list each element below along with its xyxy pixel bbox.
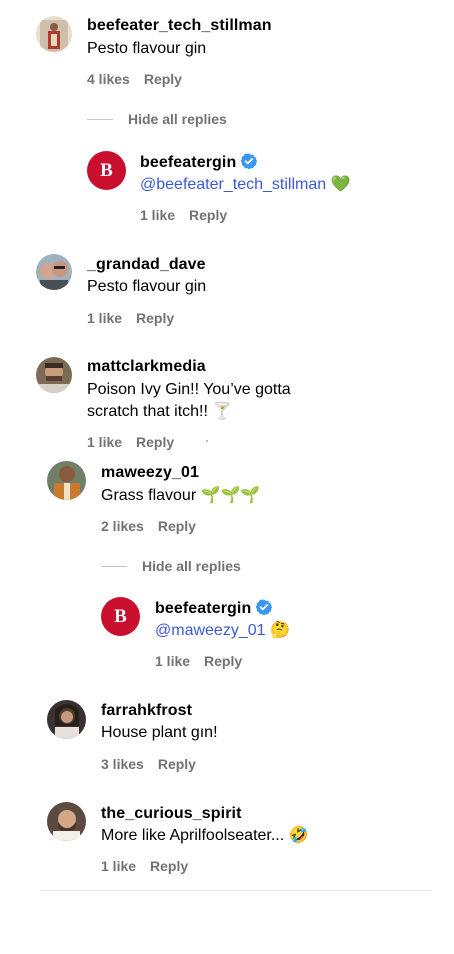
comment-username[interactable]: farrahkfrost [101, 702, 192, 720]
comment-meta: 1 like Reply [87, 434, 188, 450]
reply-button[interactable]: Reply [136, 310, 174, 326]
comment-text: Pesto flavour gin [87, 40, 207, 57]
thread-line [101, 566, 127, 567]
section-divider [40, 890, 432, 891]
mention-link[interactable]: @maweezy_01 [155, 622, 266, 639]
verified-icon [255, 599, 273, 620]
likes-count[interactable]: 4 likes [87, 71, 130, 87]
comment-text: @maweezy_01 🤔 [155, 620, 290, 642]
thread-line [87, 119, 113, 120]
comment-text: House plant gın! [101, 724, 218, 741]
likes-count[interactable]: 3 likes [101, 756, 144, 772]
reply-button[interactable]: Reply [158, 518, 196, 534]
comment-meta: 3 likes Reply [101, 756, 210, 772]
comment-meta: 1 like Reply [87, 310, 188, 326]
comment-meta: 1 like Reply [101, 858, 202, 874]
avatar[interactable]: B [87, 151, 126, 190]
avatar[interactable] [47, 802, 86, 841]
reply-button[interactable]: Reply [204, 653, 242, 669]
likes-count[interactable]: 2 likes [101, 518, 144, 534]
avatar[interactable] [47, 461, 86, 500]
reply-button[interactable]: Reply [189, 207, 227, 223]
comment-text: Grass flavour 🌱🌱🌱 [101, 487, 261, 504]
heart-emoji: 💚 [330, 176, 351, 193]
comment-username[interactable]: mattclarkmedia [87, 358, 206, 376]
brand-logo: B [100, 159, 113, 181]
likes-count[interactable]: 1 like [101, 858, 136, 874]
comment-meta: 2 likes Reply [101, 518, 210, 534]
username-text[interactable]: beefeatergin [155, 600, 251, 617]
likes-count[interactable]: 1 like [155, 653, 190, 669]
verified-icon [240, 153, 258, 174]
brand-logo: B [114, 605, 127, 627]
cursor-dot [206, 440, 208, 442]
reply-button[interactable]: Reply [150, 858, 188, 874]
likes-count[interactable]: 1 like [87, 434, 122, 450]
comment-username[interactable]: beefeater_tech_stillman [87, 17, 272, 35]
comment-text-line: Poison Ivy Gin!! You’ve gotta [87, 381, 291, 398]
comment-username[interactable]: beefeatergin [155, 599, 273, 620]
comment-username[interactable]: _grandad_dave [87, 256, 206, 274]
reply-button[interactable]: Reply [144, 71, 182, 87]
reply-button[interactable]: Reply [158, 756, 196, 772]
avatar[interactable] [36, 254, 72, 290]
avatar[interactable]: B [101, 597, 140, 636]
hide-replies-button[interactable]: Hide all replies [142, 558, 241, 574]
likes-count[interactable]: 1 like [87, 310, 122, 326]
comment-text-line: scratch that itch!! 🍸 [87, 403, 233, 420]
comment-meta: 1 like Reply [140, 207, 241, 223]
hide-replies-button[interactable]: Hide all replies [128, 111, 227, 127]
comment-text: @beefeater_tech_stillman 💚 [140, 174, 351, 196]
comment-username[interactable]: beefeatergin [140, 153, 258, 174]
mention-link[interactable]: @beefeater_tech_stillman [140, 176, 326, 193]
comment-username[interactable]: the_curious_spirit [101, 805, 242, 823]
comment-meta: 1 like Reply [155, 653, 256, 669]
likes-count[interactable]: 1 like [140, 207, 175, 223]
comment-username[interactable]: maweezy_01 [101, 464, 199, 482]
avatar[interactable] [47, 700, 86, 739]
reply-button[interactable]: Reply [136, 434, 174, 450]
comment-text: Pesto flavour gin [87, 278, 207, 295]
avatar[interactable] [36, 16, 72, 52]
comment-text: More like Aprilfoolseater... 🤣 [101, 827, 309, 844]
comment-meta: 4 likes Reply [87, 71, 196, 87]
avatar[interactable] [36, 357, 72, 393]
username-text[interactable]: beefeatergin [140, 154, 236, 171]
thinking-emoji: 🤔 [269, 622, 290, 639]
